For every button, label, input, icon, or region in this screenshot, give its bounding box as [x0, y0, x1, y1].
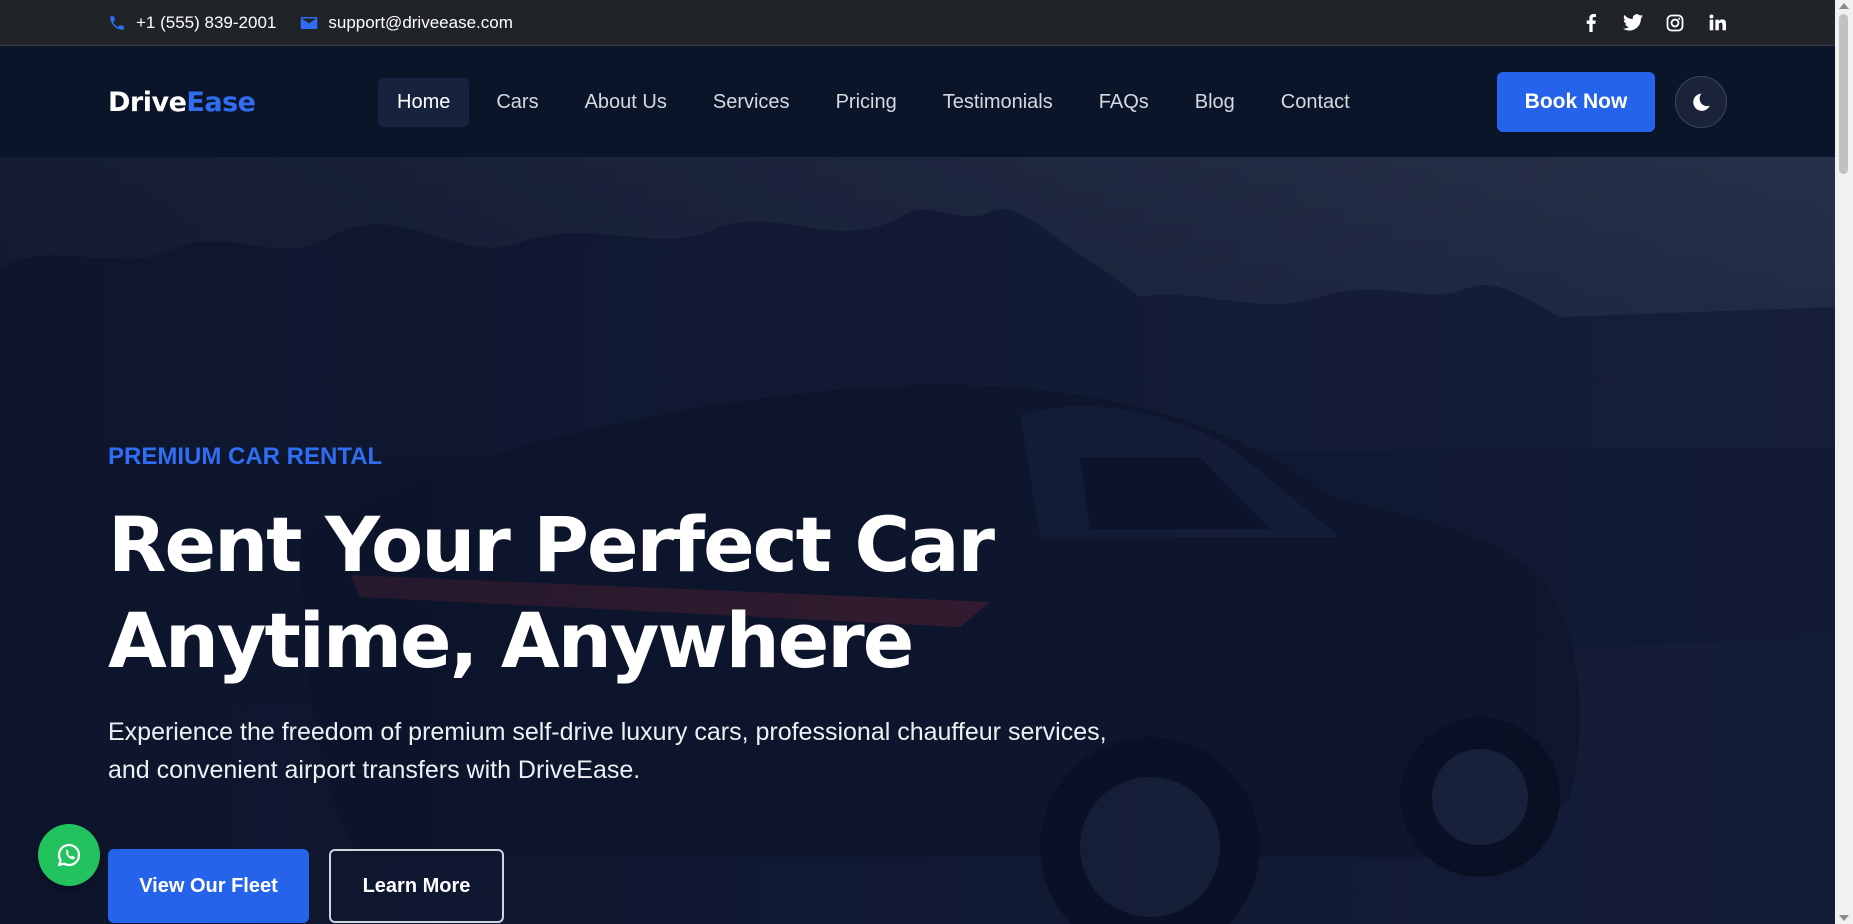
- nav-item-blog[interactable]: Blog: [1176, 78, 1254, 127]
- hero-cta-group: View Our Fleet Learn More: [108, 849, 504, 923]
- instagram-icon[interactable]: [1665, 13, 1685, 33]
- nav-item-testimonials[interactable]: Testimonials: [924, 78, 1072, 127]
- nav-menu: Home Cars About Us Services Pricing Test…: [378, 77, 1377, 127]
- scroll-up-arrow-icon[interactable]: [1839, 3, 1849, 9]
- nav-item-services[interactable]: Services: [694, 78, 809, 127]
- linkedin-icon[interactable]: [1707, 13, 1727, 33]
- twitter-icon[interactable]: [1623, 13, 1643, 33]
- hero-eyebrow: PREMIUM CAR RENTAL: [108, 443, 383, 470]
- hero-section: PREMIUM CAR RENTAL Rent Your Perfect Car…: [0, 157, 1835, 924]
- email-contact[interactable]: support@driveease.com: [300, 13, 513, 33]
- nav-item-cars[interactable]: Cars: [477, 78, 557, 127]
- brand-logo[interactable]: DriveEase: [108, 87, 378, 118]
- page-scrollbar[interactable]: [1835, 0, 1853, 924]
- view-fleet-button[interactable]: View Our Fleet: [108, 849, 309, 923]
- scroll-down-arrow-icon[interactable]: [1839, 915, 1849, 921]
- hero-description-line-1: Experience the freedom of premium self-d…: [108, 718, 1107, 746]
- main-navbar: DriveEase Home Cars About Us Services Pr…: [0, 47, 1835, 157]
- whatsapp-icon: [57, 843, 81, 867]
- phone-contact[interactable]: +1 (555) 839-2001: [108, 13, 276, 33]
- page: +1 (555) 839-2001 support@driveease.com: [0, 0, 1835, 924]
- theme-toggle-button[interactable]: [1675, 76, 1727, 128]
- nav-item-contact[interactable]: Contact: [1262, 78, 1369, 127]
- nav-item-pricing[interactable]: Pricing: [817, 78, 916, 127]
- logo-text-ease: Ease: [186, 86, 256, 118]
- hero-description-line-2: and convenient airport transfers with Dr…: [108, 756, 641, 784]
- top-contact-bar: +1 (555) 839-2001 support@driveease.com: [0, 0, 1835, 46]
- moon-icon: [1693, 93, 1710, 111]
- scrollbar-thumb[interactable]: [1839, 14, 1848, 174]
- book-now-button[interactable]: Book Now: [1497, 72, 1655, 132]
- nav-actions: Book Now: [1497, 72, 1727, 132]
- nav-item-faqs[interactable]: FAQs: [1080, 78, 1168, 127]
- learn-more-button[interactable]: Learn More: [329, 849, 504, 923]
- email-address: support@driveease.com: [328, 12, 513, 32]
- hero-headline-line-2: Anytime, Anywhere: [108, 596, 914, 685]
- phone-number: +1 (555) 839-2001: [136, 12, 277, 32]
- whatsapp-chat-button[interactable]: [38, 824, 100, 886]
- phone-icon: [110, 15, 124, 30]
- nav-item-home[interactable]: Home: [378, 77, 470, 127]
- social-links: [1581, 13, 1727, 33]
- nav-item-about-us[interactable]: About Us: [566, 78, 686, 127]
- hero-headline-line-1: Rent Your Perfect Car: [108, 500, 995, 589]
- hero-headline: Rent Your Perfect Car Anytime, Anywhere: [108, 497, 1108, 689]
- hero-description: Experience the freedom of premium self-d…: [108, 713, 1188, 789]
- facebook-icon[interactable]: [1581, 13, 1601, 33]
- envelope-icon: [301, 16, 318, 29]
- logo-text-drive: Drive: [108, 86, 187, 118]
